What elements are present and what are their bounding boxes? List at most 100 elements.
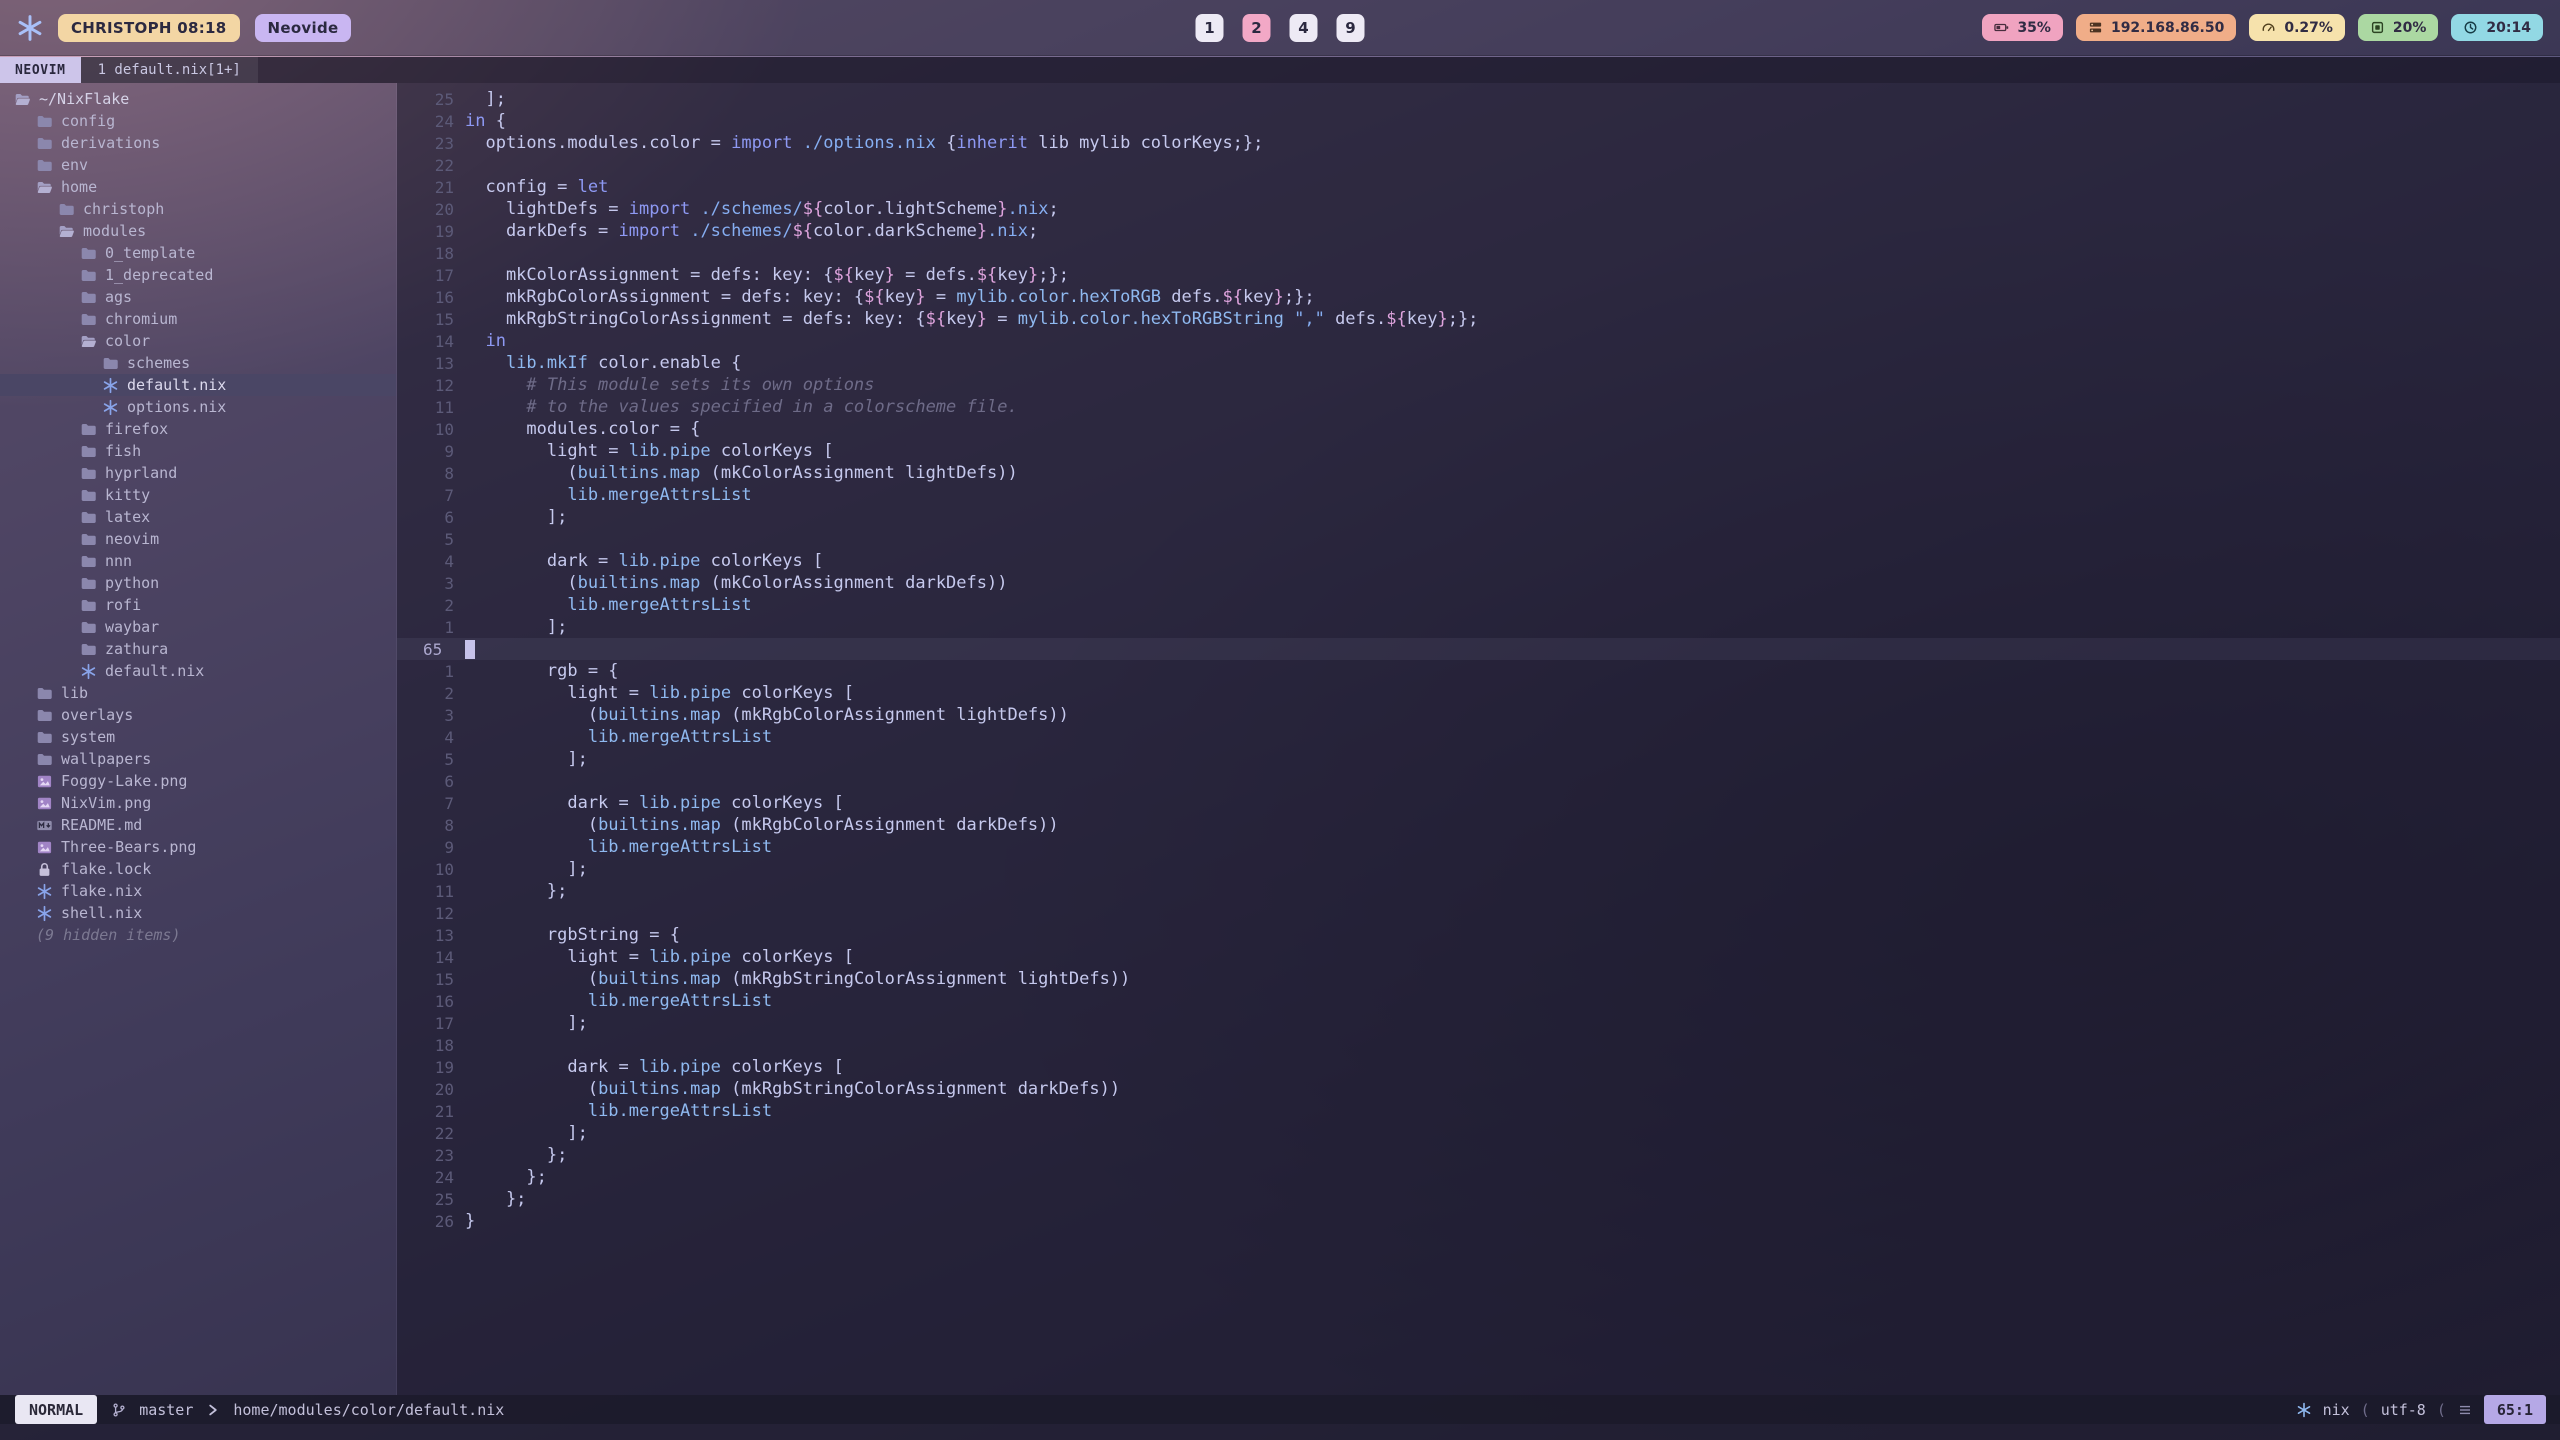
code-line[interactable]: 16 lib.mergeAttrsList	[397, 990, 2560, 1012]
code-line[interactable]: 18	[397, 1034, 2560, 1056]
code-line[interactable]: 17 mkColorAssignment = defs: key: {${key…	[397, 264, 2560, 286]
code-line[interactable]: 20 (builtins.map (mkRgbStringColorAssign…	[397, 1078, 2560, 1100]
code-line[interactable]: 2 lib.mergeAttrsList	[397, 594, 2560, 616]
code-line[interactable]: 23 };	[397, 1144, 2560, 1166]
tree-item-nnn[interactable]: nnn	[0, 550, 396, 572]
workspace-button-9[interactable]: 9	[1337, 14, 1365, 42]
code-line[interactable]: 2 light = lib.pipe colorKeys [	[397, 682, 2560, 704]
code-line[interactable]: 8 (builtins.map (mkColorAssignment light…	[397, 462, 2560, 484]
tree-item-ags[interactable]: ags	[0, 286, 396, 308]
network-badge[interactable]: 192.168.86.50	[2076, 14, 2236, 41]
code-line[interactable]: 15 mkRgbStringColorAssignment = defs: ke…	[397, 308, 2560, 330]
tree-item-three-bears-png[interactable]: Three-Bears.png	[0, 836, 396, 858]
code-line[interactable]: 11 # to the values specified in a colors…	[397, 396, 2560, 418]
tree-item-chromium[interactable]: chromium	[0, 308, 396, 330]
code-line[interactable]: 16 mkRgbColorAssignment = defs: key: {${…	[397, 286, 2560, 308]
code-line[interactable]: 18	[397, 242, 2560, 264]
code-line[interactable]: 24 };	[397, 1166, 2560, 1188]
code-line[interactable]: 23 options.modules.color = import ./opti…	[397, 132, 2560, 154]
tree-item-schemes[interactable]: schemes	[0, 352, 396, 374]
tree-item-config[interactable]: config	[0, 110, 396, 132]
code-line[interactable]: 7 lib.mergeAttrsList	[397, 484, 2560, 506]
tree-item-system[interactable]: system	[0, 726, 396, 748]
code-line[interactable]: 26}	[397, 1210, 2560, 1232]
tree-item-python[interactable]: python	[0, 572, 396, 594]
tree-item-overlays[interactable]: overlays	[0, 704, 396, 726]
code-line[interactable]: 20 lightDefs = import ./schemes/${color.…	[397, 198, 2560, 220]
code-line[interactable]: 5	[397, 528, 2560, 550]
code-line[interactable]: 15 (builtins.map (mkRgbStringColorAssign…	[397, 968, 2560, 990]
code-line[interactable]: 12 # This module sets its own options	[397, 374, 2560, 396]
tree-item-firefox[interactable]: firefox	[0, 418, 396, 440]
code-line[interactable]: 8 (builtins.map (mkRgbColorAssignment da…	[397, 814, 2560, 836]
workspace-button-4[interactable]: 4	[1290, 14, 1318, 42]
tree-item-readme-md[interactable]: README.md	[0, 814, 396, 836]
buffer-tab[interactable]: 1 default.nix[1+]	[81, 57, 258, 83]
code-line[interactable]: 5 ];	[397, 748, 2560, 770]
tree-item-options-nix[interactable]: options.nix	[0, 396, 396, 418]
code-line[interactable]: 12	[397, 902, 2560, 924]
code-line[interactable]: 10 modules.color = {	[397, 418, 2560, 440]
tree-item-waybar[interactable]: waybar	[0, 616, 396, 638]
tree-item-nixflake[interactable]: ~/NixFlake	[0, 88, 396, 110]
cpu-badge[interactable]: 0.27%	[2249, 14, 2345, 41]
clock-badge[interactable]: 20:14	[2451, 14, 2543, 41]
tree-item-9-hidden-items[interactable]: (9 hidden items)	[0, 924, 396, 946]
tree-item-shell-nix[interactable]: shell.nix	[0, 902, 396, 924]
tree-item-1-deprecated[interactable]: 1_deprecated	[0, 264, 396, 286]
tree-item-modules[interactable]: modules	[0, 220, 396, 242]
tree-item-nixvim-png[interactable]: NixVim.png	[0, 792, 396, 814]
workspace-button-2[interactable]: 2	[1243, 14, 1271, 42]
code-line[interactable]: 22 ];	[397, 1122, 2560, 1144]
code-line[interactable]: 19 darkDefs = import ./schemes/${color.d…	[397, 220, 2560, 242]
code-line[interactable]: 6	[397, 770, 2560, 792]
tree-item-foggy-lake-png[interactable]: Foggy-Lake.png	[0, 770, 396, 792]
code-line[interactable]: 13 rgbString = {	[397, 924, 2560, 946]
code-line[interactable]: 21 config = let	[397, 176, 2560, 198]
code-line[interactable]: 14 in	[397, 330, 2560, 352]
code-line[interactable]: 9 light = lib.pipe colorKeys [	[397, 440, 2560, 462]
tree-item-color[interactable]: color	[0, 330, 396, 352]
code-line[interactable]: 1 rgb = {	[397, 660, 2560, 682]
code-line[interactable]: 22	[397, 154, 2560, 176]
battery-badge[interactable]: 35%	[1982, 14, 2063, 41]
tree-item-env[interactable]: env	[0, 154, 396, 176]
tree-item-latex[interactable]: latex	[0, 506, 396, 528]
code-line[interactable]: 25 };	[397, 1188, 2560, 1210]
code-line[interactable]: 4 lib.mergeAttrsList	[397, 726, 2560, 748]
tree-item-lib[interactable]: lib	[0, 682, 396, 704]
tree-item-0-template[interactable]: 0_template	[0, 242, 396, 264]
tree-item-christoph[interactable]: christoph	[0, 198, 396, 220]
code-line[interactable]: 14 light = lib.pipe colorKeys [	[397, 946, 2560, 968]
code-line[interactable]: 13 lib.mkIf color.enable {	[397, 352, 2560, 374]
code-area[interactable]: 25 ];24in {23 options.modules.color = im…	[397, 83, 2560, 1395]
tree-item-kitty[interactable]: kitty	[0, 484, 396, 506]
code-line[interactable]: 7 dark = lib.pipe colorKeys [	[397, 792, 2560, 814]
tree-item-hyprland[interactable]: hyprland	[0, 462, 396, 484]
tree-item-flake-nix[interactable]: flake.nix	[0, 880, 396, 902]
tree-item-home[interactable]: home	[0, 176, 396, 198]
code-line[interactable]: 10 ];	[397, 858, 2560, 880]
tree-item-default-nix[interactable]: default.nix	[0, 660, 396, 682]
command-line[interactable]	[0, 1424, 2560, 1440]
workspace-button-1[interactable]: 1	[1196, 14, 1224, 42]
code-line[interactable]: 4 dark = lib.pipe colorKeys [	[397, 550, 2560, 572]
tree-item-zathura[interactable]: zathura	[0, 638, 396, 660]
memory-badge[interactable]: 20%	[2358, 14, 2439, 41]
code-line[interactable]: 21 lib.mergeAttrsList	[397, 1100, 2560, 1122]
code-line[interactable]: 6 ];	[397, 506, 2560, 528]
code-line[interactable]: 11 };	[397, 880, 2560, 902]
tree-item-default-nix[interactable]: default.nix	[0, 374, 396, 396]
code-line[interactable]: 25 ];	[397, 88, 2560, 110]
tree-item-rofi[interactable]: rofi	[0, 594, 396, 616]
code-line[interactable]: 3 (builtins.map (mkColorAssignment darkD…	[397, 572, 2560, 594]
code-line[interactable]: 65	[397, 638, 2560, 660]
tree-item-neovim[interactable]: neovim	[0, 528, 396, 550]
code-line[interactable]: 24in {	[397, 110, 2560, 132]
code-line[interactable]: 17 ];	[397, 1012, 2560, 1034]
code-line[interactable]: 3 (builtins.map (mkRgbColorAssignment li…	[397, 704, 2560, 726]
tree-item-wallpapers[interactable]: wallpapers	[0, 748, 396, 770]
code-line[interactable]: 9 lib.mergeAttrsList	[397, 836, 2560, 858]
tree-item-derivations[interactable]: derivations	[0, 132, 396, 154]
code-line[interactable]: 19 dark = lib.pipe colorKeys [	[397, 1056, 2560, 1078]
